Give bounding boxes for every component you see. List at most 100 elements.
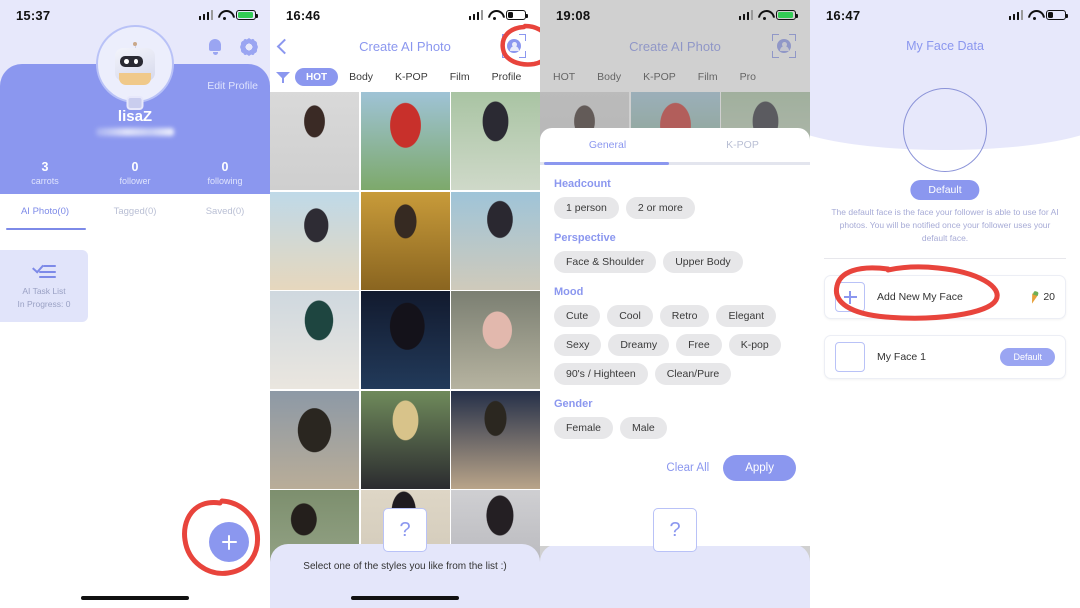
hint-text: Select one of the styles you like from t… bbox=[303, 561, 507, 572]
status-clock: 16:47 bbox=[826, 7, 861, 23]
option-male[interactable]: Male bbox=[620, 416, 667, 439]
face-preview-circle[interactable] bbox=[903, 88, 987, 172]
face-scan-icon[interactable] bbox=[502, 34, 526, 58]
photo-tile[interactable] bbox=[451, 191, 540, 290]
option-dreamy[interactable]: Dreamy bbox=[608, 333, 670, 356]
option-upper-body[interactable]: Upper Body bbox=[663, 250, 743, 273]
option-retro[interactable]: Retro bbox=[659, 304, 710, 327]
option-kpop[interactable]: K-pop bbox=[728, 333, 781, 356]
option-90s-highteen[interactable]: 90's / Highteen bbox=[554, 362, 648, 385]
chip-hot[interactable]: HOT bbox=[295, 68, 339, 86]
photo-tile[interactable] bbox=[360, 390, 450, 489]
battery-icon bbox=[1046, 10, 1068, 20]
section-headcount: Headcount 1 person 2 or more bbox=[540, 178, 810, 219]
cellular-signal-icon bbox=[468, 10, 483, 20]
photo-tile[interactable] bbox=[451, 291, 540, 389]
option-female[interactable]: Female bbox=[554, 416, 614, 439]
add-photo-fab[interactable] bbox=[209, 522, 249, 562]
battery-icon bbox=[506, 10, 528, 20]
option-cute[interactable]: Cute bbox=[554, 304, 601, 327]
status-bar: 15:37 bbox=[0, 0, 270, 30]
option-elegant[interactable]: Elegant bbox=[716, 304, 777, 327]
option-free[interactable]: Free bbox=[676, 333, 722, 356]
section-gender: Gender Female Male bbox=[540, 398, 810, 439]
photo-tile[interactable] bbox=[451, 92, 540, 190]
photo-tile[interactable] bbox=[270, 191, 359, 290]
photo-tile[interactable] bbox=[360, 92, 450, 190]
wifi-icon bbox=[758, 10, 771, 20]
chip-kpop[interactable]: K-POP bbox=[384, 68, 439, 87]
modal-tab-general[interactable]: General bbox=[540, 128, 675, 162]
plus-icon bbox=[221, 534, 237, 550]
modal-tab-kpop[interactable]: K-POP bbox=[675, 128, 810, 162]
tab-tagged[interactable]: Tagged(0) bbox=[90, 194, 180, 228]
cellular-signal-icon bbox=[198, 10, 213, 20]
row-label: Add New My Face bbox=[877, 291, 963, 303]
page-title: My Face Data bbox=[906, 39, 984, 53]
tab-saved[interactable]: Saved(0) bbox=[180, 194, 270, 228]
option-2-or-more[interactable]: 2 or more bbox=[625, 196, 695, 219]
chip-body[interactable]: Body bbox=[338, 68, 384, 87]
bell-icon[interactable] bbox=[206, 38, 224, 56]
profile-username: lisaZ bbox=[117, 108, 153, 125]
screenshot-strip: 15:37 Edit Profile lisaZ 3 carrots 0 fol… bbox=[0, 0, 1080, 608]
modal-tab-underline bbox=[540, 162, 810, 165]
option-clean-pure[interactable]: Clean/Pure bbox=[654, 362, 732, 385]
photo-tile[interactable] bbox=[360, 191, 450, 290]
photo-tile[interactable] bbox=[451, 390, 540, 489]
option-cool[interactable]: Cool bbox=[607, 304, 653, 327]
filter-icon[interactable] bbox=[276, 71, 290, 83]
status-bar: 16:47 bbox=[810, 0, 1080, 30]
chip-film[interactable]: Film bbox=[439, 68, 481, 87]
panel-profile: 15:37 Edit Profile lisaZ 3 carrots 0 fol… bbox=[0, 0, 270, 608]
photo-tile[interactable] bbox=[360, 291, 450, 389]
profile-tabs: AI Photo(0) Tagged(0) Saved(0) bbox=[0, 194, 270, 228]
option-group[interactable]: 1 person 2 or more bbox=[554, 196, 796, 219]
default-badge[interactable]: Default bbox=[1000, 348, 1055, 366]
default-face-description: The default face is the face your follow… bbox=[831, 207, 1059, 244]
wifi-icon bbox=[488, 10, 501, 20]
photo-tile[interactable] bbox=[270, 291, 359, 389]
edit-profile-button[interactable]: Edit Profile bbox=[207, 80, 258, 92]
question-placeholder-card[interactable]: ? bbox=[653, 508, 697, 552]
photo-tile[interactable] bbox=[270, 92, 359, 190]
option-group[interactable]: Female Male bbox=[554, 416, 796, 439]
clear-all-button[interactable]: Clear All bbox=[666, 462, 709, 474]
gear-icon[interactable] bbox=[240, 38, 258, 56]
robot-avatar-image bbox=[111, 40, 159, 88]
stat-follower[interactable]: 0 follower bbox=[90, 160, 180, 186]
nav-bar: Create AI Photo bbox=[270, 30, 540, 62]
avatar[interactable] bbox=[96, 25, 174, 103]
option-1-person[interactable]: 1 person bbox=[554, 196, 619, 219]
battery-icon bbox=[236, 10, 258, 20]
cellular-signal-icon bbox=[1008, 10, 1023, 20]
my-face-1-row[interactable]: My Face 1 Default bbox=[824, 335, 1066, 379]
question-placeholder-card[interactable]: ? bbox=[383, 508, 427, 552]
option-sexy[interactable]: Sexy bbox=[554, 333, 602, 356]
section-title: Headcount bbox=[554, 177, 611, 190]
add-new-my-face-row[interactable]: Add New My Face 20 bbox=[824, 275, 1066, 319]
wifi-icon bbox=[1028, 10, 1041, 20]
option-group[interactable]: Cute Cool Retro Elegant Sexy Dreamy Free… bbox=[554, 304, 796, 385]
photo-tile[interactable] bbox=[270, 390, 359, 489]
stat-following[interactable]: 0 following bbox=[180, 160, 270, 186]
option-face-shoulder[interactable]: Face & Shoulder bbox=[554, 250, 657, 273]
modal-tabs: General K-POP bbox=[540, 128, 810, 162]
panel-filter-modal: Create AI Photo HOT Body K-POP Film Pro bbox=[540, 0, 810, 608]
battery-icon bbox=[776, 10, 798, 20]
ai-task-list-card[interactable]: AI Task List In Progress: 0 bbox=[0, 250, 88, 322]
checklist-icon bbox=[32, 263, 56, 281]
nav-bar: My Face Data bbox=[810, 30, 1080, 62]
category-chip-row[interactable]: HOT Body K-POP Film Profile bbox=[270, 62, 540, 92]
option-group[interactable]: Face & Shoulder Upper Body bbox=[554, 250, 796, 273]
section-perspective: Perspective Face & Shoulder Upper Body bbox=[540, 232, 810, 273]
stat-carrots[interactable]: 3 carrots bbox=[0, 160, 90, 186]
section-title: Gender bbox=[554, 397, 593, 410]
status-clock: 15:37 bbox=[16, 7, 51, 23]
chip-profile[interactable]: Profile bbox=[481, 68, 533, 87]
apply-button[interactable]: Apply bbox=[723, 454, 796, 481]
task-card-status: In Progress: 0 bbox=[17, 299, 71, 309]
tab-ai-photo[interactable]: AI Photo(0) bbox=[0, 194, 90, 228]
stat-value: 3 bbox=[41, 160, 49, 174]
status-indicators bbox=[198, 10, 258, 20]
